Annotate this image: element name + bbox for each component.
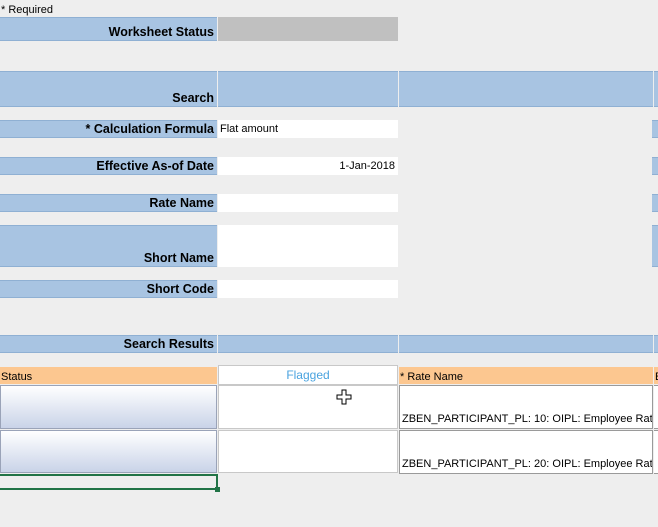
edge-cell — [652, 120, 658, 138]
table-row-edge-cell[interactable] — [654, 385, 658, 429]
table-row-flagged-cell[interactable] — [218, 385, 398, 429]
edge-cell — [652, 194, 658, 212]
search-results-label: Search Results — [0, 335, 217, 353]
short-name-field[interactable] — [218, 225, 398, 267]
rate-name-field[interactable] — [218, 194, 398, 212]
column-header-status[interactable]: Status — [0, 367, 217, 384]
edge-cell — [652, 157, 658, 175]
column-header-flagged[interactable]: Flagged — [218, 365, 398, 385]
search-label: Search — [0, 71, 217, 107]
column-header-next[interactable]: E — [654, 367, 658, 384]
table-row-status-cell[interactable] — [0, 430, 217, 473]
fill-handle[interactable] — [215, 487, 220, 492]
search-band-cell — [399, 71, 653, 107]
worksheet-status-label: Worksheet Status — [0, 17, 217, 41]
required-note: * Required — [1, 4, 53, 16]
short-code-label: Short Code — [0, 280, 217, 298]
search-results-band-cell — [399, 335, 653, 353]
search-band-cell — [654, 71, 658, 107]
calc-formula-field[interactable]: Flat amount — [218, 120, 398, 138]
table-row-edge-cell[interactable] — [654, 430, 658, 474]
calc-formula-label: * Calculation Formula — [0, 120, 217, 138]
table-row-status-cell[interactable] — [0, 385, 217, 429]
short-name-label: Short Name — [0, 225, 217, 267]
selected-cell[interactable] — [0, 474, 218, 490]
effective-date-field[interactable]: 1-Jan-2018 — [218, 157, 398, 175]
table-row-flagged-cell[interactable] — [218, 430, 398, 473]
table-row-rate-name-cell[interactable]: ZBEN_PARTICIPANT_PL: 20: OIPL: Employee … — [399, 430, 653, 474]
search-results-band-cell — [218, 335, 398, 353]
move-cursor-icon — [336, 389, 352, 405]
edge-cell — [652, 225, 658, 267]
effective-date-label: Effective As-of Date — [0, 157, 217, 175]
column-header-rate-name[interactable]: * Rate Name — [399, 367, 653, 384]
worksheet-status-field — [218, 17, 398, 41]
table-row-rate-name-cell[interactable]: ZBEN_PARTICIPANT_PL: 10: OIPL: Employee … — [399, 385, 653, 429]
search-band-cell — [218, 71, 398, 107]
search-results-band-cell — [654, 335, 658, 353]
short-code-field[interactable] — [218, 280, 398, 298]
rate-name-label: Rate Name — [0, 194, 217, 212]
